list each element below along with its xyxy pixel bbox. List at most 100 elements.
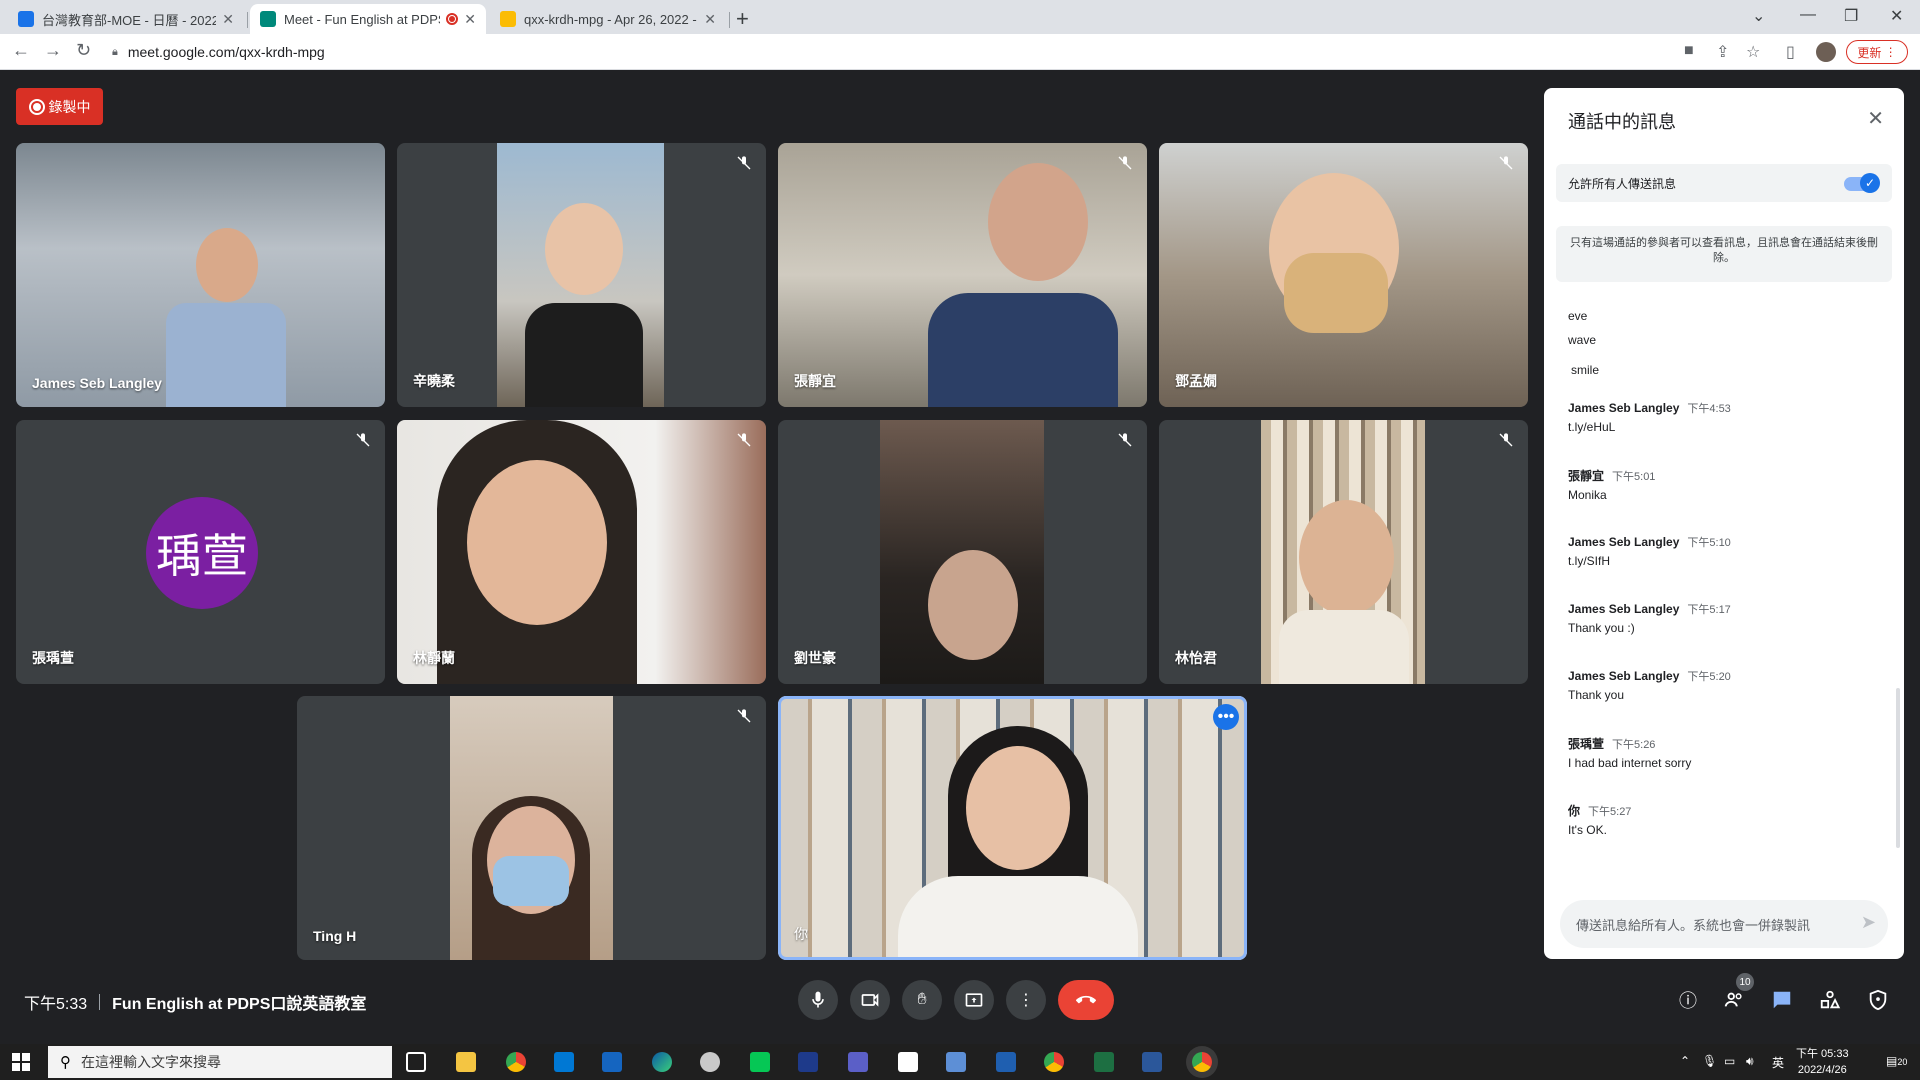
ime-indicator[interactable]: 英: [1772, 1054, 1784, 1071]
camera-button[interactable]: [850, 980, 890, 1020]
chat-message-input[interactable]: 傳送訊息給所有人。系統也會一併錄製訊 ➤: [1560, 900, 1888, 948]
present-screen-icon: [965, 993, 983, 1007]
leave-call-button[interactable]: [1058, 980, 1114, 1020]
taskbar-search-input[interactable]: ⚲ 在這裡輸入文字來搜尋: [48, 1046, 392, 1078]
bookmark-star-icon[interactable]: ☆: [1746, 42, 1760, 62]
participant-tile[interactable]: 林怡君: [1159, 420, 1528, 684]
side-panel-icon[interactable]: ▯: [1786, 42, 1795, 62]
maxthon-icon[interactable]: [996, 1052, 1016, 1072]
send-icon[interactable]: ➤: [1861, 912, 1876, 933]
task-view-icon[interactable]: [406, 1052, 426, 1072]
file-explorer-icon[interactable]: [456, 1052, 476, 1072]
webcam-app-icon[interactable]: [798, 1052, 818, 1072]
profile-avatar[interactable]: [1816, 42, 1836, 62]
system-clock[interactable]: 下午 05:33 2022/4/26: [1796, 1046, 1849, 1078]
store-icon[interactable]: [554, 1052, 574, 1072]
chrome-profile-icon[interactable]: [1044, 1052, 1064, 1072]
drive-favicon-icon: [500, 11, 516, 27]
list-item: smile: [1571, 363, 1600, 377]
raise-hand-button[interactable]: ✋︎: [902, 980, 942, 1020]
edge-icon[interactable]: [652, 1052, 672, 1072]
self-tile[interactable]: ••• 你: [778, 696, 1247, 960]
close-window-icon[interactable]: ✕: [1890, 6, 1903, 26]
avatar: 瑀萱: [146, 497, 258, 609]
chat-title: 通話中的訊息: [1568, 112, 1676, 132]
close-tab-icon[interactable]: ✕: [222, 11, 234, 28]
mic-button[interactable]: [798, 980, 838, 1020]
mic-off-icon: [1115, 430, 1135, 450]
excel-icon[interactable]: [1094, 1052, 1114, 1072]
participant-tile[interactable]: 辛曉柔: [397, 143, 766, 407]
tab-drive[interactable]: qxx-krdh-mpg - Apr 26, 2022 - ✕: [490, 4, 726, 34]
mail-icon[interactable]: [602, 1052, 622, 1072]
tab-meet[interactable]: Meet - Fun English at PDPS ✕: [250, 4, 486, 34]
host-controls-button[interactable]: [1864, 986, 1892, 1014]
address-bar-row: ← → ↻ 🔒︎ meet.google.com/qxx-krdh-mpg ■ …: [0, 34, 1920, 70]
more-options-button[interactable]: ⋮: [1006, 980, 1046, 1020]
windows-taskbar: ⚲ 在這裡輸入文字來搜尋 ⌃ 🎙︎ ▭ 🔊︎ 英 下午 05:33 2022/4…: [0, 1044, 1920, 1080]
chrome-active-icon[interactable]: [1192, 1052, 1212, 1072]
back-icon[interactable]: ←: [12, 40, 30, 61]
notification-icon[interactable]: ▤20: [1886, 1054, 1907, 1068]
maximize-icon[interactable]: ❐: [1844, 6, 1858, 26]
close-tab-icon[interactable]: ✕: [464, 11, 476, 28]
forward-icon[interactable]: →: [44, 40, 62, 61]
mic-off-icon: [1496, 153, 1516, 173]
list-item: wave: [1568, 333, 1597, 347]
close-icon[interactable]: ✕: [1867, 106, 1884, 131]
people-icon: [1724, 992, 1742, 1007]
meeting-info: 下午5:33 Fun English at PDPS口說英語教室: [24, 990, 366, 1014]
close-tab-icon[interactable]: ✕: [704, 11, 716, 28]
network-icon[interactable]: ▭: [1724, 1054, 1735, 1068]
camera-in-use-icon[interactable]: ■: [1684, 42, 1694, 60]
present-button[interactable]: [954, 980, 994, 1020]
chat-message: James Seb Langley 下午5:17 Thank you :): [1568, 602, 1731, 635]
tray-chevron-icon[interactable]: ⌃: [1680, 1054, 1690, 1068]
volume-icon[interactable]: 🔊︎: [1746, 1054, 1754, 1069]
participant-tile[interactable]: 林靜蘭: [397, 420, 766, 684]
allow-messages-toggle[interactable]: ✓: [1844, 173, 1880, 193]
recording-indicator-icon: [446, 13, 459, 25]
chat-message: James Seb Langley 下午5:20 Thank you: [1568, 669, 1731, 702]
mic-tray-icon[interactable]: 🎙︎: [1702, 1054, 1717, 1068]
activities-icon: [1820, 990, 1841, 1009]
message-list: eve wave smile James Seb Langley 下午4:53 t…: [1568, 300, 1888, 855]
meeting-time: 下午5:33: [24, 996, 88, 1013]
participant-tile[interactable]: 劉世豪: [778, 420, 1147, 684]
cloud-app-icon[interactable]: [700, 1052, 720, 1072]
word-icon[interactable]: [1142, 1052, 1162, 1072]
url-field[interactable]: 🔒︎ meet.google.com/qxx-krdh-mpg: [112, 40, 1672, 64]
camera-icon: [861, 993, 879, 1007]
activities-button[interactable]: [1816, 986, 1844, 1014]
windows-start-icon[interactable]: [12, 1053, 30, 1071]
chat-message: James Seb Langley 下午4:53 t.ly/eHuL: [1568, 401, 1731, 434]
participant-tile[interactable]: 張靜宜: [778, 143, 1147, 407]
tab-calendar[interactable]: 台灣教育部-MOE - 日曆 - 2022年 ✕: [8, 4, 244, 34]
participant-tile[interactable]: James Seb Langley: [16, 143, 385, 407]
lock-icon: 🔒︎: [112, 45, 118, 58]
more-options-icon[interactable]: •••: [1213, 704, 1239, 730]
participant-tile[interactable]: Ting H: [297, 696, 766, 960]
meeting-details-button[interactable]: ⓘ: [1674, 986, 1702, 1014]
chrome-icon[interactable]: [506, 1052, 526, 1072]
minimize-icon[interactable]: —: [1800, 6, 1816, 24]
new-tab-icon[interactable]: +: [736, 6, 749, 32]
hand-icon: ✋︎: [917, 991, 927, 1008]
reload-icon[interactable]: ↻: [76, 40, 91, 61]
list-item: eve: [1568, 309, 1588, 323]
share-icon[interactable]: ⇪: [1716, 42, 1729, 62]
participant-tile[interactable]: 鄧孟嫺: [1159, 143, 1528, 407]
recording-badge[interactable]: 錄製中: [16, 88, 103, 125]
photos-icon[interactable]: [946, 1052, 966, 1072]
chat-button[interactable]: [1768, 986, 1796, 1014]
mic-off-icon: [734, 430, 754, 450]
teams-icon[interactable]: [848, 1052, 868, 1072]
document-icon[interactable]: [898, 1052, 918, 1072]
chat-scrollbar[interactable]: [1896, 688, 1900, 848]
check-icon: ✓: [1860, 173, 1880, 193]
line-icon[interactable]: [750, 1052, 770, 1072]
participant-tile[interactable]: 瑀萱 張瑀萱: [16, 420, 385, 684]
more-vert-icon: ⋮: [1018, 992, 1034, 1009]
update-button[interactable]: 更新 ⋮: [1846, 40, 1908, 64]
tab-search-chevron-icon[interactable]: ⌄: [1752, 6, 1765, 26]
